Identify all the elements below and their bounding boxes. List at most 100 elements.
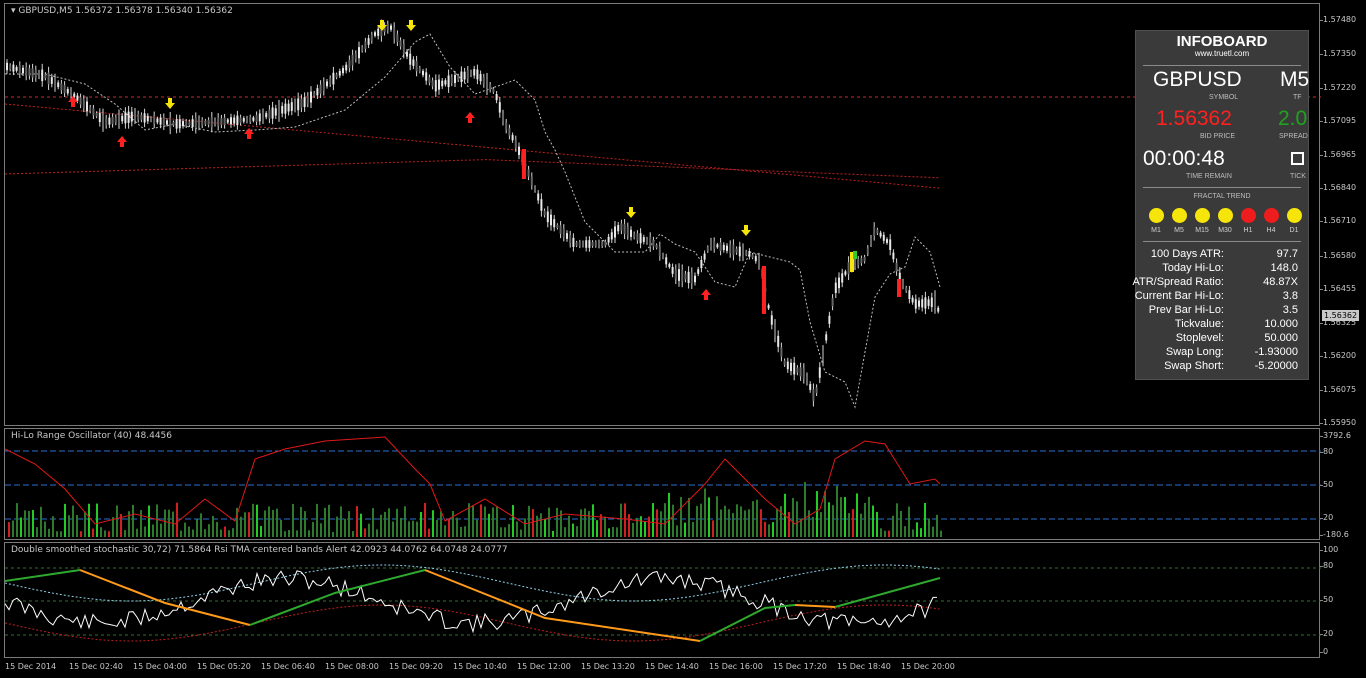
candle-body [511, 135, 514, 141]
time-tick-label: 15 Dec 10:40 [453, 662, 507, 671]
histogram-bar [388, 508, 390, 537]
fractal-trend-title: FRACTAL TREND [1193, 193, 1251, 200]
candle-body [703, 253, 706, 260]
histogram-bar [744, 510, 746, 537]
candle-body [492, 88, 495, 93]
histogram-bar [368, 523, 370, 537]
histogram-bar [160, 523, 162, 537]
candle-body [444, 80, 447, 85]
candle-body [63, 85, 66, 94]
price-chart-pane[interactable]: ▾ GBPUSD,M5 1.56372 1.56378 1.56340 1.56… [4, 3, 1321, 426]
tick-checkbox[interactable] [1291, 152, 1304, 165]
candle-body [230, 117, 232, 125]
histogram-bar [56, 531, 58, 537]
histogram-bar [144, 526, 146, 537]
candle-body [143, 113, 146, 123]
histogram-bar [312, 522, 314, 537]
candle-body [287, 103, 290, 112]
candle-body [460, 71, 463, 82]
candle-body [130, 111, 133, 122]
candle-body [38, 72, 40, 77]
candle-body [937, 307, 940, 312]
candle-body [639, 233, 642, 244]
oscillator-axis: 3792.6 80 50 20 -180.6 [1319, 428, 1366, 540]
histogram-bar [508, 524, 510, 537]
histogram-bar [276, 508, 278, 537]
candle-body [44, 74, 47, 79]
histogram-bar [480, 504, 482, 537]
candle-body [188, 121, 191, 126]
fractal-down-arrow-icon [626, 207, 636, 218]
candle-body [76, 95, 79, 101]
histogram-bar [240, 516, 242, 537]
histogram-bar [804, 482, 806, 537]
histogram-bar [564, 527, 566, 537]
histogram-bar [304, 511, 306, 537]
candle-body [92, 108, 95, 116]
histogram-bar [436, 519, 438, 537]
candle-body [735, 248, 738, 253]
histogram-bar [316, 503, 318, 537]
stat-label: Swap Short: [1164, 360, 1224, 372]
candle-body [818, 367, 821, 378]
histogram-bar [680, 496, 682, 537]
histogram-bar [184, 522, 186, 537]
histogram-bar [780, 506, 782, 537]
histogram-bar [520, 529, 522, 537]
candle-body [476, 69, 479, 80]
candle-body [713, 241, 716, 249]
histogram-bar [748, 509, 750, 537]
candle-body [274, 108, 277, 116]
candle-body [662, 254, 664, 258]
histogram-bar [644, 521, 646, 537]
candle-body [268, 109, 271, 119]
histogram-bar [592, 504, 594, 537]
candle-body [482, 77, 485, 85]
candle-body [684, 273, 687, 280]
candle-body [934, 296, 936, 308]
candle-body [498, 102, 501, 113]
candle-body [300, 98, 303, 108]
candle-body [882, 234, 885, 241]
histogram-bar [624, 503, 626, 537]
candle-body [594, 242, 597, 246]
candle-body [310, 91, 312, 103]
histogram-bar [340, 506, 342, 537]
candle-body [930, 297, 933, 308]
histogram-bar [776, 508, 778, 537]
histogram-bar [876, 511, 878, 537]
histogram-bar [252, 503, 254, 537]
fractal-m1-dot [1149, 208, 1164, 223]
histogram-bar [720, 509, 722, 537]
candle-body [178, 119, 181, 129]
candle-body [6, 62, 8, 71]
histogram-bar [364, 528, 366, 537]
candle-body [207, 119, 210, 125]
hilo-oscillator-pane[interactable]: Hi-Lo Range Oscillator (40) 48.4456 [4, 428, 1321, 540]
histogram-bar [188, 526, 190, 537]
histogram-bar [756, 499, 758, 537]
candle-body [108, 117, 111, 125]
histogram-bar [52, 516, 54, 537]
time-tick-label: 15 Dec 16:00 [709, 662, 763, 671]
fractal-tf-label: D1 [1289, 227, 1299, 234]
histogram-bar [156, 504, 158, 537]
price-chart-svg [5, 19, 1321, 409]
candle-body [415, 61, 418, 72]
candle-body [252, 117, 255, 121]
histogram-bar [400, 517, 402, 537]
candle-body [591, 242, 594, 246]
candle-body [479, 74, 482, 82]
candle-body [658, 246, 661, 256]
histogram-bar [448, 519, 450, 537]
time-tick-label: 15 Dec 13:20 [581, 662, 635, 671]
stochastic-pane[interactable]: Double smoothed stochastic 30,72) 71.586… [4, 542, 1321, 658]
histogram-bar [460, 526, 462, 537]
time-remain-value: 00:00:48 [1143, 147, 1225, 170]
histogram-bar [608, 528, 610, 537]
histogram-bar [204, 529, 206, 537]
histogram-bar [732, 513, 734, 537]
candle-body [50, 77, 53, 84]
candle-body [15, 67, 18, 71]
candle-body [278, 105, 280, 117]
